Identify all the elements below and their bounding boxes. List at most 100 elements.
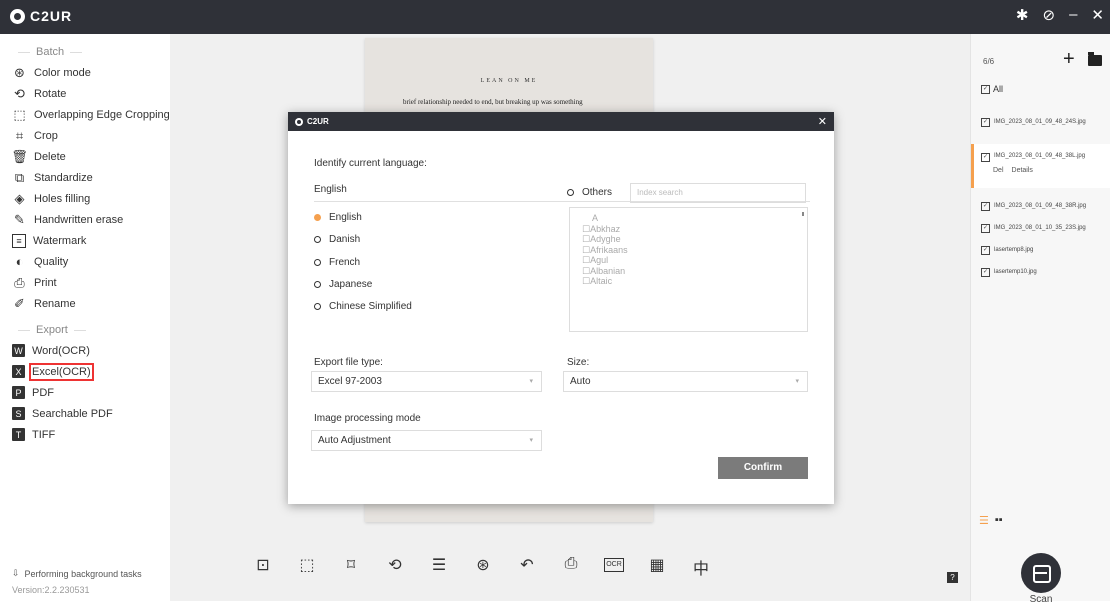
language-option[interactable]: ☐Albanian bbox=[582, 266, 807, 277]
window-controls: ✱ ⊘ – ✕ bbox=[1016, 6, 1104, 24]
language-search-input[interactable]: Index search bbox=[630, 183, 806, 203]
processing-mode-select[interactable]: Auto Adjustment ▾ bbox=[311, 430, 542, 451]
select-all[interactable]: ✓ All bbox=[981, 84, 1003, 94]
confirm-button[interactable]: Confirm bbox=[718, 457, 808, 479]
task-icon: ⇩ bbox=[12, 568, 20, 578]
settings-icon[interactable]: ✱ bbox=[1016, 6, 1029, 24]
radio-label: English bbox=[329, 212, 362, 223]
qr-code-icon[interactable]: ▦ bbox=[646, 555, 668, 579]
language-option[interactable]: ☐Adyghe bbox=[582, 234, 807, 245]
radio-french[interactable]: French bbox=[314, 257, 360, 268]
background-task-status: ⇩ Performing background tasks bbox=[12, 568, 142, 579]
ocr-icon[interactable]: OCR bbox=[604, 558, 624, 572]
select-value: Excel 97-2003 bbox=[318, 376, 382, 387]
help-circle-icon[interactable]: ⊘ bbox=[1043, 6, 1056, 24]
menu-quality[interactable]: ◐ Quality bbox=[0, 251, 170, 272]
menu-delete[interactable]: 🗑 Delete bbox=[0, 146, 170, 167]
size-select[interactable]: Auto ▾ bbox=[563, 371, 808, 392]
menu-print[interactable]: ⎙ Print bbox=[0, 272, 170, 293]
fill-icon: ◈ bbox=[14, 190, 25, 206]
close-icon[interactable]: ✕ bbox=[818, 115, 827, 128]
file-item-active[interactable]: ✓ IMG_2023_08_01_09_48_38L.jpg bbox=[971, 144, 1110, 188]
word-icon: W bbox=[12, 344, 25, 357]
menu-pdf[interactable]: P PDF bbox=[0, 382, 170, 403]
export-type-select[interactable]: Excel 97-2003 ▾ bbox=[311, 371, 542, 392]
export-type-label: Export file type: bbox=[314, 357, 383, 368]
language-option[interactable]: ☐Altaic bbox=[582, 276, 807, 287]
overlap-crop-icon: ⬚ bbox=[13, 106, 26, 122]
file-item[interactable]: ✓ lasertemp10.jpg bbox=[971, 264, 1110, 280]
menu-excel-ocr[interactable]: X Excel(OCR) bbox=[0, 361, 170, 382]
scrollbar[interactable] bbox=[802, 212, 804, 216]
menu-label: Rename bbox=[34, 297, 76, 310]
radio-icon[interactable] bbox=[314, 259, 321, 266]
close-icon[interactable]: ✕ bbox=[1091, 6, 1104, 24]
file-item[interactable]: ✓ IMG_2023_08_01_09_48_24S.jpg bbox=[971, 114, 1110, 130]
radio-chinese-simplified[interactable]: Chinese Simplified bbox=[314, 301, 412, 312]
add-icon[interactable]: + bbox=[1063, 48, 1075, 71]
print-icon[interactable]: ⎙ bbox=[560, 555, 582, 579]
radio-label: Chinese Simplified bbox=[329, 301, 412, 312]
color-mode-icon[interactable]: ⊛ bbox=[472, 555, 494, 579]
select-area-icon[interactable]: ⬚ bbox=[296, 555, 318, 579]
fit-icon[interactable]: ⊡ bbox=[252, 555, 274, 579]
checkbox-icon[interactable]: ✓ bbox=[981, 84, 990, 94]
radio-danish[interactable]: Danish bbox=[314, 234, 360, 245]
menu-rename[interactable]: ✐ Rename bbox=[0, 293, 170, 314]
menu-watermark[interactable]: ≡ Watermark bbox=[0, 230, 170, 251]
file-item[interactable]: ✓ IMG_2023_08_01_09_48_38R.jpg bbox=[971, 198, 1110, 214]
delete-link[interactable]: Del bbox=[993, 167, 1004, 174]
checkbox-icon[interactable]: ✓ bbox=[981, 153, 990, 162]
crop-icon[interactable]: ⌑ bbox=[340, 555, 362, 579]
file-name: IMG_2023_08_01_09_48_38R.jpg bbox=[994, 203, 1087, 209]
checkbox-icon[interactable]: ✓ bbox=[981, 245, 990, 255]
letter-heading: A bbox=[592, 213, 599, 223]
minimize-icon[interactable]: – bbox=[1069, 6, 1077, 24]
menu-word-ocr[interactable]: W Word(OCR) bbox=[0, 340, 170, 361]
crop-icon: ⌗ bbox=[15, 127, 24, 143]
menu-searchable-pdf[interactable]: S Searchable PDF bbox=[0, 403, 170, 424]
details-link[interactable]: Details bbox=[1012, 167, 1033, 174]
rotate-icon[interactable]: ⟲ bbox=[384, 555, 406, 579]
checkbox-icon[interactable]: ✓ bbox=[981, 201, 990, 211]
checkbox-icon[interactable]: ✓ bbox=[981, 117, 990, 127]
language-option[interactable]: ☐Agul bbox=[582, 255, 807, 266]
menu-holes-filling[interactable]: ◈ Holes filling bbox=[0, 188, 170, 209]
menu-tiff[interactable]: T TIFF bbox=[0, 424, 170, 445]
menu-rotate[interactable]: ⟲ Rotate bbox=[0, 83, 170, 104]
radio-others[interactable]: Others bbox=[567, 187, 612, 198]
grid-view-icon[interactable]: ▪▪ bbox=[995, 514, 1003, 527]
undo-icon[interactable]: ↶ bbox=[516, 555, 538, 579]
menu-label: Delete bbox=[34, 150, 66, 163]
app-logo: C2UR bbox=[10, 8, 72, 24]
radio-icon[interactable] bbox=[314, 281, 321, 288]
menu-handwritten-erase[interactable]: ✎ Handwritten erase bbox=[0, 209, 170, 230]
checkbox-icon[interactable]: ✓ bbox=[981, 223, 990, 233]
file-item[interactable]: ✓ IMG_2023_08_01_10_35_23S.jpg bbox=[971, 220, 1110, 236]
menu-standardize[interactable]: ⧉ Standardize bbox=[0, 167, 170, 188]
split-icon[interactable]: 中 bbox=[690, 555, 712, 579]
menu-crop[interactable]: ⌗ Crop bbox=[0, 125, 170, 146]
list-view-icon[interactable]: ☰ bbox=[979, 514, 989, 527]
checkbox-icon[interactable]: ✓ bbox=[981, 267, 990, 277]
folder-icon[interactable] bbox=[1088, 52, 1102, 66]
radio-english[interactable]: English bbox=[314, 212, 362, 223]
radio-icon[interactable] bbox=[314, 303, 321, 310]
language-option[interactable]: ☐Abkhaz bbox=[582, 224, 807, 235]
radio-japanese[interactable]: Japanese bbox=[314, 279, 372, 290]
radio-icon[interactable] bbox=[567, 189, 574, 196]
scan-button[interactable] bbox=[1021, 553, 1061, 593]
feedback-icon[interactable]: ? bbox=[947, 572, 958, 583]
rotate-icon: ⟲ bbox=[14, 85, 25, 101]
batch-section-label: Batch bbox=[0, 42, 170, 62]
file-item[interactable]: ✓ lasertemp8.jpg bbox=[971, 242, 1110, 258]
radio-icon[interactable] bbox=[314, 236, 321, 243]
adjust-icon[interactable]: ☰ bbox=[428, 555, 450, 579]
other-language-list[interactable]: A ☐Abkhaz ☐Adyghe ☐Afrikaans ☐Agul ☐Alba… bbox=[569, 207, 808, 332]
processing-mode-label: Image processing mode bbox=[314, 413, 421, 424]
menu-color-mode[interactable]: ⊛ Color mode bbox=[0, 62, 170, 83]
menu-overlap-crop[interactable]: ⬚ Overlapping Edge Cropping bbox=[0, 104, 170, 125]
select-value: Auto Adjustment bbox=[318, 435, 391, 446]
radio-icon[interactable] bbox=[314, 214, 321, 221]
language-option[interactable]: ☐Afrikaans bbox=[582, 245, 807, 256]
